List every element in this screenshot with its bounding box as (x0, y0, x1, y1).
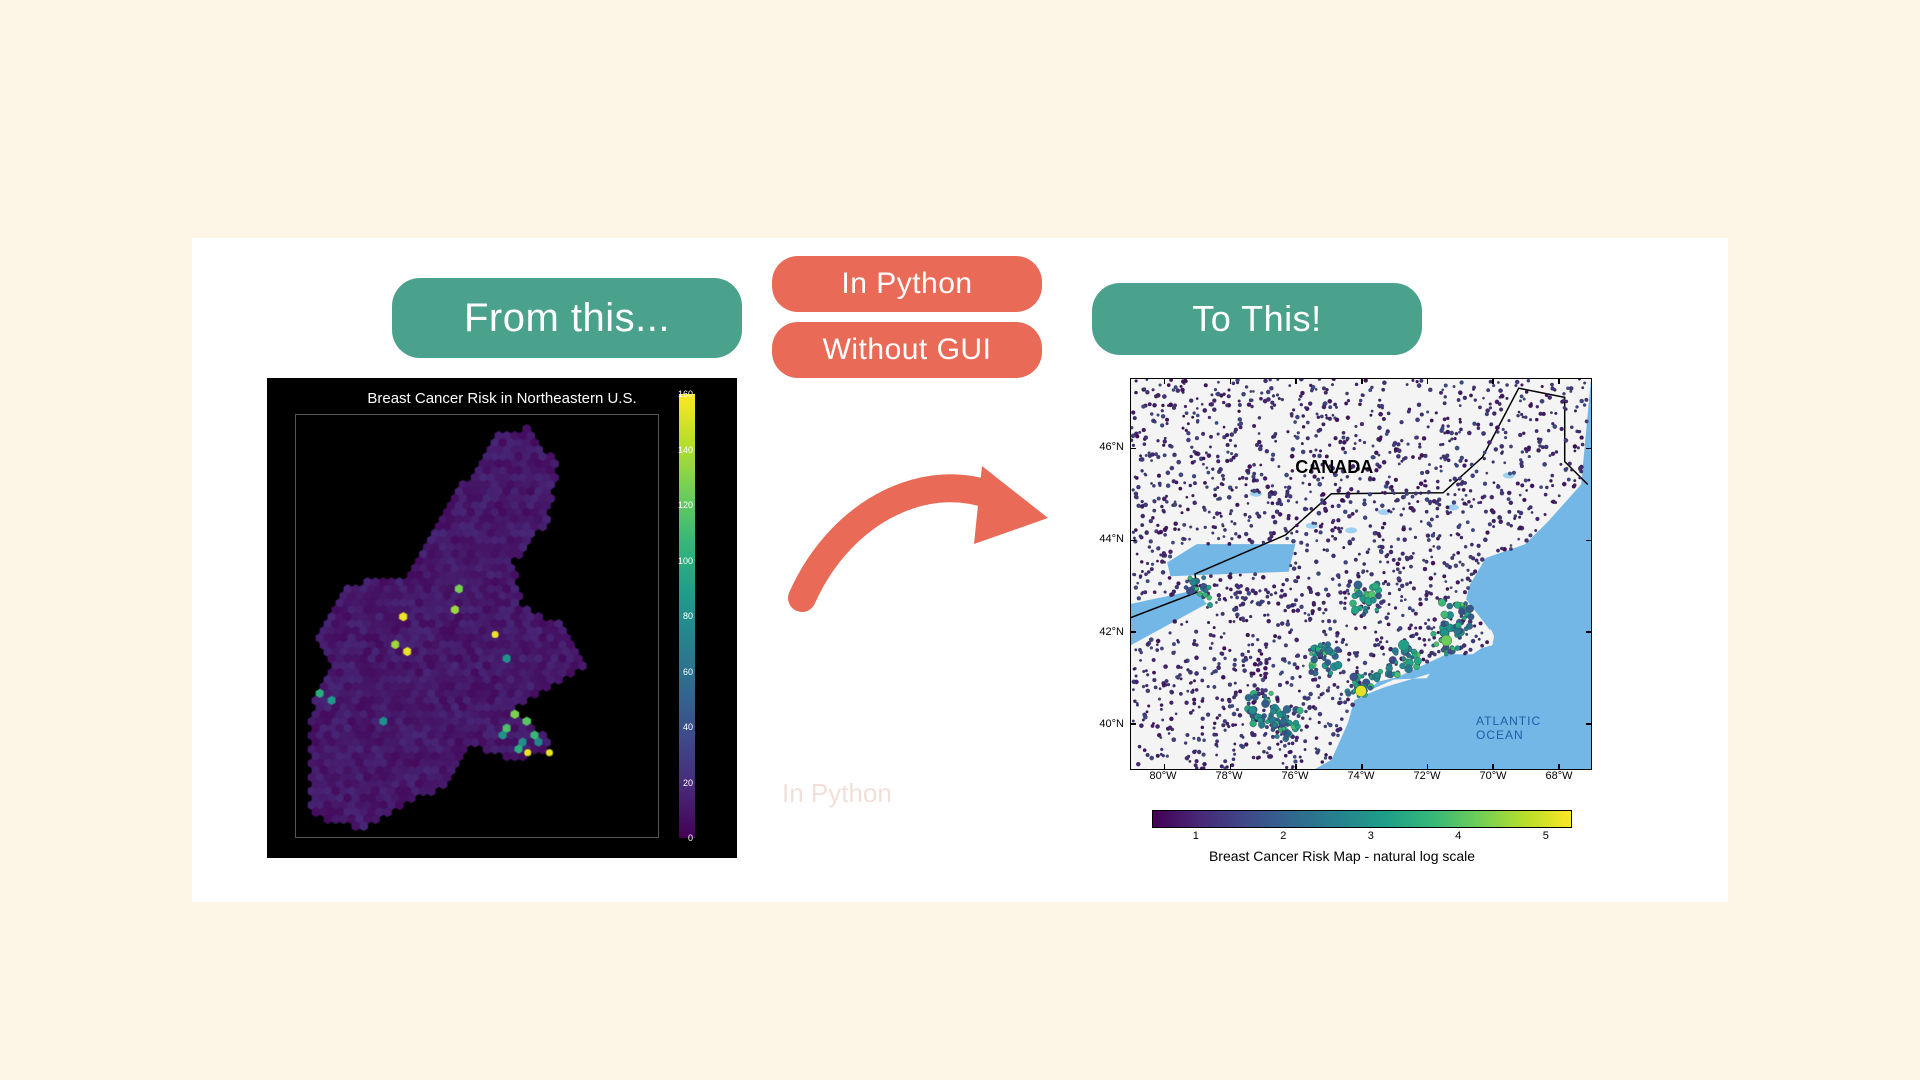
label-nogui: Without GUI (772, 322, 1042, 378)
label-python: In Python (772, 256, 1042, 312)
after-chart-x-axis: 80°W78°W76°W74°W72°W70°W68°W (1130, 770, 1592, 786)
after-chart: 40°N42°N44°N46°N CANADA ATLANTIC OCEAN 8… (1082, 374, 1602, 864)
label-to: To This! (1092, 283, 1422, 355)
after-chart-map: CANADA ATLANTIC OCEAN (1130, 378, 1592, 770)
ghost-label: In Python (782, 778, 892, 809)
before-chart: Breast Cancer Risk in Northeastern U.S. … (267, 378, 737, 858)
arrow-icon (782, 448, 1052, 618)
after-chart-caption: Breast Cancer Risk Map - natural log sca… (1082, 848, 1602, 864)
before-chart-plot (295, 414, 659, 838)
label-canada: CANADA (1295, 457, 1373, 478)
before-chart-colorbar: 020406080100120140160 (675, 394, 715, 838)
slide-canvas: From this... To This! In Python Without … (192, 138, 1728, 942)
label-from: From this... (392, 278, 742, 358)
after-chart-colorbar-ticks: 12345 (1152, 830, 1572, 844)
label-ocean: ATLANTIC OCEAN (1476, 714, 1591, 742)
after-chart-y-axis: 40°N42°N44°N46°N (1082, 378, 1130, 770)
after-chart-colorbar (1152, 810, 1572, 828)
before-chart-title: Breast Cancer Risk in Northeastern U.S. (267, 378, 737, 407)
